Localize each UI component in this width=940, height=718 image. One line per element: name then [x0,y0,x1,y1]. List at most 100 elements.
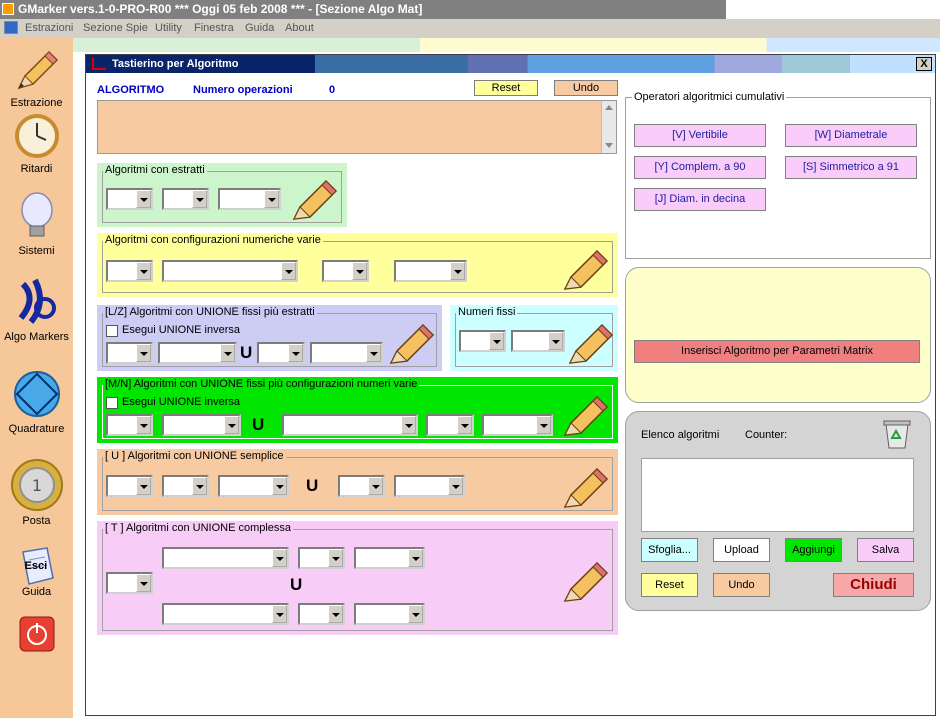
u-combo-3[interactable] [218,475,289,497]
u-combo-4[interactable] [338,475,385,497]
elenco-reset-button[interactable]: Reset [641,573,698,597]
window-menu-icon[interactable] [4,21,18,34]
t-combo-bottom-2[interactable] [298,603,345,625]
salva-button[interactable]: Salva [857,538,914,562]
mn-combo-5[interactable] [482,414,553,436]
mn-combo-3[interactable] [282,414,418,436]
combo-arrow-icon[interactable] [328,605,343,623]
t-combo-top-3[interactable] [354,547,425,569]
combo-arrow-icon[interactable] [136,416,151,434]
mn-combo-2[interactable] [162,414,241,436]
operator-simmetrico-91-button[interactable]: [S] Simmetrico a 91 [785,156,917,179]
combo-arrow-icon[interactable] [408,605,423,623]
estratti-insert-pencil-icon[interactable] [290,175,340,223]
combo-arrow-icon[interactable] [328,549,343,567]
combo-arrow-icon[interactable] [536,416,551,434]
mn-insert-pencil-icon[interactable] [561,391,611,439]
scroll-up-icon[interactable] [605,105,613,110]
numeri-fissi-combo-1[interactable] [459,330,506,352]
sidebar-item-exit[interactable] [0,616,73,656]
config-combo-2[interactable] [162,260,298,282]
combo-arrow-icon[interactable] [136,262,151,280]
combo-arrow-icon[interactable] [450,262,465,280]
insert-matrix-button[interactable]: Inserisci Algoritmo per Parametri Matrix [634,340,920,363]
lz-combo-4[interactable] [310,342,383,364]
combo-arrow-icon[interactable] [457,416,472,434]
sidebar-item-ritardi[interactable]: Ritardi [0,112,73,176]
operator-diametrale-button[interactable]: [W] Diametrale [785,124,917,147]
lz-combo-2[interactable] [158,342,237,364]
combo-arrow-icon[interactable] [368,477,383,495]
combo-arrow-icon[interactable] [272,549,287,567]
estratti-combo-1[interactable] [106,188,153,210]
sidebar-item-algo-markers[interactable]: Algo Markers [0,276,73,348]
t-combo-left[interactable] [106,572,153,594]
t-insert-pencil-icon[interactable] [561,557,611,605]
upload-button[interactable]: Upload [713,538,770,562]
combo-arrow-icon[interactable] [136,190,151,208]
sidebar-item-estrazione[interactable]: Estrazione [0,46,73,110]
numeri-fissi-insert-pencil-icon[interactable] [566,319,616,367]
lz-combo-3[interactable] [257,342,305,364]
menu-about[interactable]: About [285,22,314,34]
t-combo-top-1[interactable] [162,547,289,569]
aggiungi-button[interactable]: Aggiungi [785,538,842,562]
recycle-bin-icon[interactable] [882,418,912,450]
combo-arrow-icon[interactable] [408,549,423,567]
chiudi-button[interactable]: Chiudi [833,573,914,597]
menu-sezione-spie[interactable]: Sezione Spie [83,22,148,34]
top-undo-button[interactable]: Undo [554,80,618,96]
operator-diam-decina-button[interactable]: [J] Diam. in decina [634,188,766,211]
combo-arrow-icon[interactable] [136,344,151,362]
combo-arrow-icon[interactable] [401,416,416,434]
sidebar-item-sistemi[interactable]: Sistemi [0,190,73,260]
combo-arrow-icon[interactable] [281,262,296,280]
menu-estrazioni[interactable]: Estrazioni [25,22,73,34]
u-insert-pencil-icon[interactable] [561,463,611,511]
combo-arrow-icon[interactable] [272,477,287,495]
menu-utility[interactable]: Utility [155,22,182,34]
config-combo-3[interactable] [322,260,369,282]
config-combo-1[interactable] [106,260,153,282]
lz-esegui-unione-checkbox[interactable] [106,325,118,337]
combo-arrow-icon[interactable] [448,477,463,495]
mn-esegui-unione-checkbox[interactable] [106,397,118,409]
mn-combo-4[interactable] [426,414,474,436]
t-combo-top-2[interactable] [298,547,345,569]
operator-vertibile-button[interactable]: [V] Vertibile [634,124,766,147]
u-combo-5[interactable] [394,475,465,497]
sidebar-item-quadrature[interactable]: Quadrature [0,368,73,440]
combo-arrow-icon[interactable] [272,605,287,623]
numeri-fissi-combo-2[interactable] [511,330,565,352]
lz-insert-pencil-icon[interactable] [387,319,437,367]
algorithm-textarea[interactable] [97,100,617,154]
menu-guida[interactable]: Guida [245,22,274,34]
config-combo-4[interactable] [394,260,467,282]
combo-arrow-icon[interactable] [224,416,239,434]
config-insert-pencil-icon[interactable] [561,245,611,293]
combo-arrow-icon[interactable] [136,574,151,592]
sidebar-item-posta[interactable]: 1 Posta [0,458,73,534]
t-combo-bottom-1[interactable] [162,603,289,625]
u-combo-2[interactable] [162,475,209,497]
combo-arrow-icon[interactable] [548,332,563,350]
elenco-undo-button[interactable]: Undo [713,573,770,597]
combo-arrow-icon[interactable] [489,332,504,350]
algorithm-textarea-scrollbar[interactable] [601,101,616,153]
top-reset-button[interactable]: Reset [474,80,538,96]
scroll-down-icon[interactable] [605,143,613,148]
t-combo-bottom-3[interactable] [354,603,425,625]
combo-arrow-icon[interactable] [220,344,235,362]
sidebar-item-guida[interactable]: Esci Guida [0,546,73,610]
combo-arrow-icon[interactable] [366,344,381,362]
combo-arrow-icon[interactable] [352,262,367,280]
combo-arrow-icon[interactable] [288,344,303,362]
lz-combo-1[interactable] [106,342,153,364]
estratti-combo-3[interactable] [218,188,281,210]
mn-combo-1[interactable] [106,414,153,436]
operator-complem-90-button[interactable]: [Y] Complem. a 90 [634,156,766,179]
sfoglia-button[interactable]: Sfoglia... [641,538,698,562]
combo-arrow-icon[interactable] [192,477,207,495]
elenco-algoritmi-list[interactable] [641,458,914,532]
menu-finestra[interactable]: Finestra [194,22,234,34]
